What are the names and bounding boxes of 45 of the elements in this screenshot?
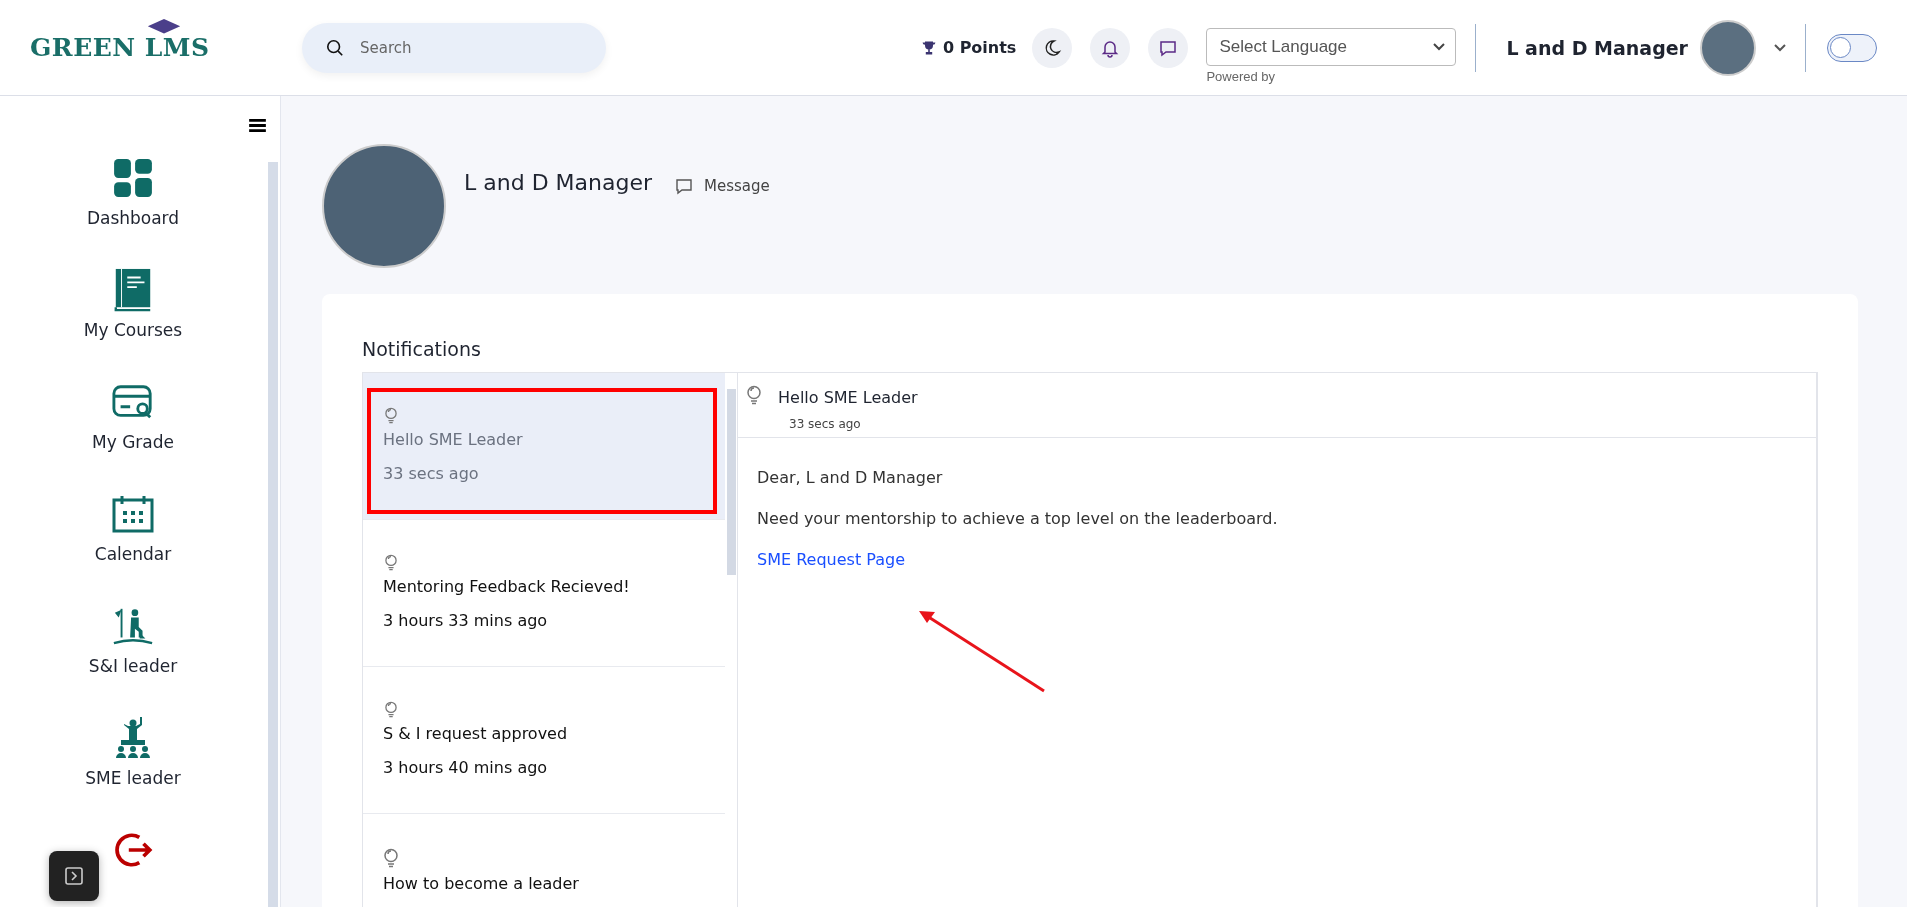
greeting-text: Dear, L and D Manager — [757, 468, 943, 487]
profile-name: L and D Manager — [464, 170, 652, 195]
sme-request-link[interactable]: SME Request Page — [757, 550, 905, 569]
avatar-placeholder[interactable] — [1700, 19, 1756, 76]
scrollbar[interactable] — [727, 389, 736, 575]
notification-time: 33 secs ago — [383, 463, 479, 485]
language-select[interactable]: Select Language — [1206, 27, 1457, 66]
lightbulb-icon — [383, 848, 399, 868]
lightbulb-icon — [746, 385, 762, 405]
notification-item[interactable]: Hello SME Leader 33 secs ago — [363, 373, 725, 520]
scrollbar[interactable] — [268, 162, 278, 907]
user-name[interactable]: L and D Manager — [1506, 36, 1688, 59]
lightbulb-icon — [383, 554, 399, 571]
lightbulb-icon — [383, 407, 399, 424]
message-link[interactable]: Message — [674, 176, 770, 196]
notification-title: Hello SME Leader — [778, 387, 918, 407]
expand-button[interactable] — [49, 851, 99, 901]
theme-toggle[interactable] — [1827, 33, 1877, 62]
powered-by-text: Powered by — [1206, 68, 1277, 84]
logo[interactable]: GREEN LMS — [30, 33, 210, 62]
message-text: Need your mentorship to achieve a top level on the leaderboard. — [757, 509, 1278, 528]
sidebar-item[interactable]: SME leader — [85, 716, 181, 788]
section-title: Notifications — [362, 338, 482, 360]
notification-title: Mentoring Feedback Recieved! — [383, 576, 630, 598]
sidebar-item[interactable]: My Courses — [83, 268, 183, 340]
lightbulb-icon — [383, 701, 399, 718]
notification-title: Hello SME Leader — [383, 429, 523, 451]
search-field[interactable]: Search — [302, 22, 606, 73]
notification-time: 3 hours 40 mins ago — [383, 757, 548, 779]
dashboard-icon — [112, 156, 154, 200]
chevron-down-icon[interactable] — [1774, 43, 1786, 52]
trophy-icon — [920, 39, 937, 56]
notification-time: 33 secs ago — [789, 417, 862, 431]
notification-time: 3 hours 33 mins ago — [383, 610, 548, 632]
notification-title: S & I request approved — [383, 723, 568, 745]
sidebar-item[interactable]: My Grade — [92, 380, 174, 452]
sidebar-item[interactable]: Dashboard — [86, 156, 180, 228]
chevron-right-icon — [64, 866, 84, 886]
menu-icon[interactable] — [249, 119, 266, 132]
notification-title: How to become a leader — [383, 873, 579, 895]
chevron-down-icon — [1433, 42, 1446, 51]
sidebar-item[interactable]: Calendar — [94, 492, 172, 564]
chat-bubble-icon — [674, 176, 694, 196]
sidebar-item[interactable]: S&I leader — [88, 604, 178, 676]
points-count: 0 Points — [942, 38, 1017, 57]
